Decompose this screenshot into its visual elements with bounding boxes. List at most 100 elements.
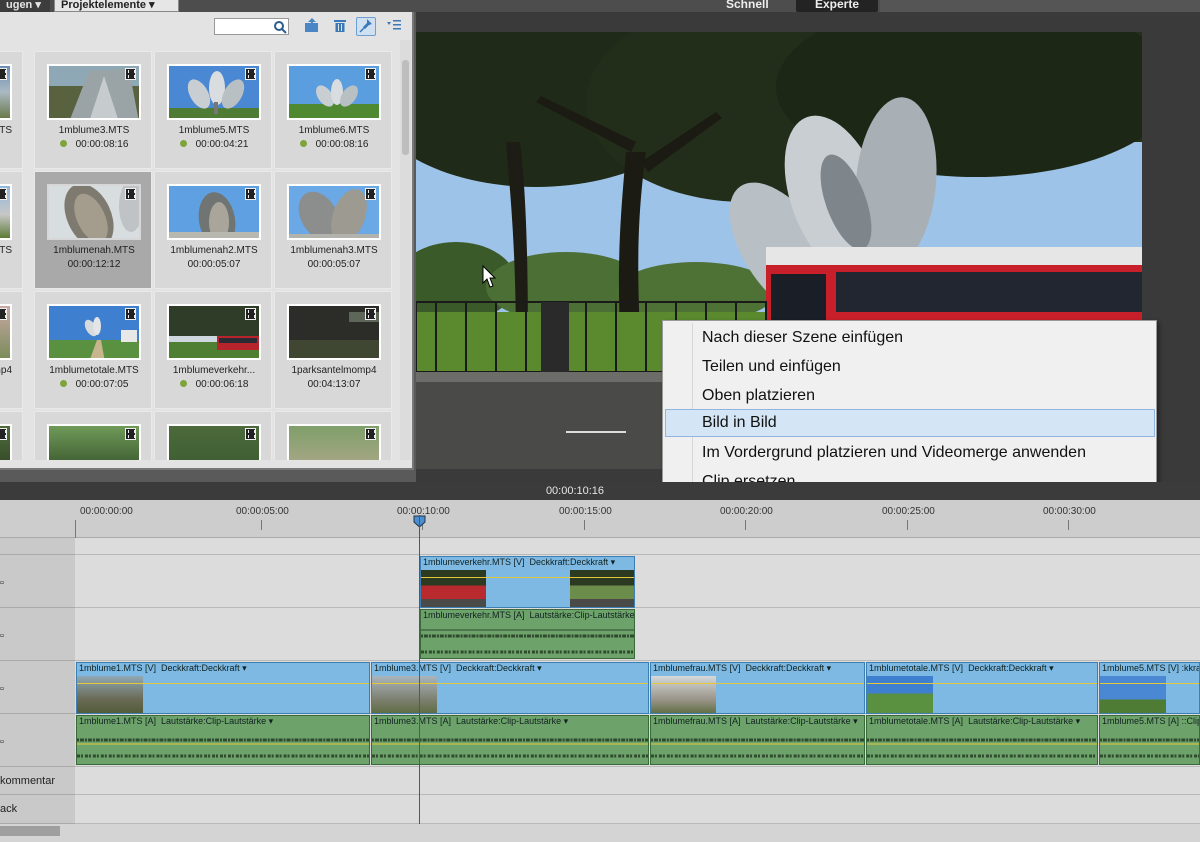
tab-project-assets[interactable]: Projektelemente ▾ bbox=[54, 0, 179, 12]
playhead[interactable] bbox=[419, 515, 420, 827]
clip-preview bbox=[0, 64, 12, 120]
audio-clip[interactable]: 1mblumeverkehr.MTS [A] Lautstärke:Clip-L… bbox=[420, 609, 635, 659]
audio-clip[interactable]: 1mblume3.MTS [A] Lautstärke:Clip-Lautstä… bbox=[371, 715, 649, 765]
clip-frame bbox=[372, 676, 437, 713]
audio-clip[interactable]: 1mblume5.MTS [A] ::Clip bbox=[1099, 715, 1200, 765]
video-clip[interactable]: 1mblume1.MTS [V] Deckkraft:Deckkraft ▾ bbox=[76, 662, 370, 714]
time-ruler[interactable]: 00:00:00:00 00:00:05:00 00:00:10:00 00:0… bbox=[75, 500, 1200, 538]
opacity-line[interactable] bbox=[867, 683, 1097, 684]
track-header-video-1[interactable]: ▫ bbox=[0, 661, 75, 714]
mode-expert-button[interactable]: Experte bbox=[796, 0, 878, 12]
clip-name: 1mblume3.MTS bbox=[58, 125, 130, 136]
audio-waveform bbox=[421, 629, 634, 654]
track-lock-icon[interactable]: ▫ bbox=[0, 683, 4, 695]
opacity-line[interactable] bbox=[1100, 683, 1199, 684]
media-thumbnail[interactable] bbox=[0, 411, 23, 460]
lane-audio-2[interactable] bbox=[75, 608, 1200, 661]
clip-effect-dropdown[interactable]: Lautstärke:Clip-Lautstärke bbox=[161, 716, 266, 726]
pin-icon[interactable] bbox=[356, 17, 376, 36]
video-clip[interactable]: 1mblume5.MTS [V] :kkraf bbox=[1099, 662, 1200, 714]
clip-duration: 00:00:08:16 bbox=[35, 139, 153, 150]
media-thumbnail[interactable]: 1mblumenah3.MTS 00:00:05:07 bbox=[274, 171, 392, 289]
scrollbar-thumb[interactable] bbox=[0, 826, 60, 836]
clip-name: 1mblumefrau.MTS [A] bbox=[653, 716, 741, 726]
timeline-scrollbar[interactable] bbox=[0, 824, 1200, 842]
tab-media[interactable]: ugen ▾ bbox=[0, 0, 50, 12]
media-thumbnail[interactable] bbox=[154, 411, 272, 460]
opacity-line[interactable] bbox=[77, 683, 369, 684]
opacity-line[interactable] bbox=[372, 683, 648, 684]
clip-effect-dropdown[interactable]: Lautstärke:Clip-Lautstärke bbox=[530, 610, 634, 620]
mode-quick-button[interactable]: Schnell bbox=[726, 0, 786, 12]
media-thumbnail-selected[interactable]: 1mblumenah.MTS 00:00:12:12 bbox=[34, 171, 152, 289]
clip-name: 1mblumeverkehr... bbox=[172, 365, 256, 376]
clip-effect-dropdown[interactable]: Lautstärke:Clip-Lautstärke bbox=[968, 716, 1073, 726]
video-clip[interactable]: 1mblumetotale.MTS [V] Deckkraft:Deckkraf… bbox=[866, 662, 1098, 714]
clip-effect-dropdown[interactable]: Deckkraft:Deckkraft bbox=[530, 557, 609, 567]
media-thumbnail[interactable]: 1mblumeverkehr... 00:00:06:18 bbox=[154, 291, 272, 409]
clip-name: 1mblume5.MTS [A] bbox=[1102, 716, 1180, 726]
search-icon[interactable] bbox=[273, 18, 287, 35]
media-thumbnail[interactable]: 1mblume6.MTS 00:00:08:16 bbox=[274, 51, 392, 169]
clip-name: 1mblumenah3.MTS bbox=[290, 245, 378, 256]
clip-effect-dropdown[interactable]: Deckkraft:Deckkraft bbox=[746, 663, 825, 673]
opacity-line[interactable] bbox=[651, 683, 864, 684]
clip-effect-dropdown[interactable]: Lautstärke:Clip-Lautstärke bbox=[746, 716, 851, 726]
track-header-soundtrack[interactable]: ack bbox=[0, 795, 75, 824]
clip-effect-dropdown[interactable]: Deckkraft:Deckkraft bbox=[161, 663, 240, 673]
media-thumbnail[interactable]: 1mblumetotale.MTS 00:00:07:05 bbox=[34, 291, 152, 409]
media-thumbnail[interactable]: MTS bbox=[0, 171, 23, 289]
context-menu: Nach dieser Szene einfügen Teilen und ei… bbox=[662, 320, 1157, 496]
panel-scrollbar[interactable] bbox=[400, 40, 411, 460]
video-clip[interactable]: 1mblumeverkehr.MTS [V] Deckkraft:Deckkra… bbox=[420, 556, 635, 608]
menu-item-picture-in-picture[interactable]: Bild in Bild bbox=[665, 409, 1155, 437]
media-thumbnail[interactable]: omp4 bbox=[0, 291, 23, 409]
media-thumbnail[interactable]: 1mblume3.MTS 00:00:08:16 bbox=[34, 51, 152, 169]
media-thumbnail[interactable] bbox=[34, 411, 152, 460]
clip-label: 1mblumetotale.MTS [A] Lautstärke:Clip-La… bbox=[869, 716, 1081, 726]
clip-frame bbox=[570, 570, 634, 607]
track-header-video-2[interactable]: ▫ bbox=[0, 555, 75, 608]
tab-project-label: Projektelemente bbox=[61, 0, 146, 11]
video-clip[interactable]: 1mblumefrau.MTS [V] Deckkraft:Deckkraft … bbox=[650, 662, 865, 714]
film-icon bbox=[245, 188, 256, 200]
clip-name: MTS bbox=[0, 245, 12, 256]
clip-effect-dropdown[interactable]: Deckkraft:Deckkraft bbox=[456, 663, 535, 673]
trash-icon[interactable] bbox=[330, 17, 350, 36]
menu-item-split-insert[interactable]: Teilen und einfügen bbox=[665, 353, 1155, 381]
ruler-label: 00:00:15:00 bbox=[559, 506, 612, 517]
media-thumbnail[interactable]: MTS bbox=[0, 51, 23, 169]
opacity-line[interactable] bbox=[421, 577, 634, 578]
ruler-label: 00:00:25:00 bbox=[882, 506, 935, 517]
track-lock-icon[interactable]: ▫ bbox=[0, 630, 4, 642]
media-thumbnail[interactable]: 1parksantelmomp4 00:04:13:07 bbox=[274, 291, 392, 409]
media-thumbnail[interactable]: 1mblumenah2.MTS 00:00:05:07 bbox=[154, 171, 272, 289]
track-header-empty bbox=[0, 538, 75, 555]
clip-name: omp4 bbox=[0, 365, 12, 376]
new-folder-icon[interactable] bbox=[302, 17, 322, 36]
audio-clip[interactable]: 1mblumetotale.MTS [A] Lautstärke:Clip-La… bbox=[866, 715, 1098, 765]
menu-item-insert-after-scene[interactable]: Nach dieser Szene einfügen bbox=[665, 324, 1155, 352]
track-header-audio-1[interactable]: ▫ bbox=[0, 714, 75, 767]
track-header-audio-2[interactable]: ▫ bbox=[0, 608, 75, 661]
video-clip[interactable]: 1mblume3.MTS [V] Deckkraft:Deckkraft ▾ bbox=[371, 662, 649, 714]
clip-effect-dropdown[interactable]: Deckkraft:Deckkraft bbox=[968, 663, 1047, 673]
lane-video-2[interactable] bbox=[75, 555, 1200, 608]
lane-narration[interactable] bbox=[75, 767, 1200, 795]
track-lock-icon[interactable]: ▫ bbox=[0, 736, 4, 748]
audio-clip[interactable]: 1mblumefrau.MTS [A] Lautstärke:Clip-Laut… bbox=[650, 715, 865, 765]
view-options-icon[interactable] bbox=[384, 17, 404, 36]
lane-soundtrack[interactable] bbox=[75, 795, 1200, 824]
clip-effect-dropdown[interactable]: :kkraf bbox=[1182, 663, 1199, 673]
media-thumbnail[interactable] bbox=[274, 411, 392, 460]
clip-effect-dropdown[interactable]: ::Clip bbox=[1182, 716, 1199, 726]
film-icon bbox=[125, 68, 136, 80]
track-header-narration[interactable]: kommentar bbox=[0, 767, 75, 795]
media-thumbnail[interactable]: 1mblume5.MTS 00:00:04:21 bbox=[154, 51, 272, 169]
menu-item-place-above[interactable]: Oben platzieren bbox=[665, 382, 1155, 410]
scrollbar-thumb[interactable] bbox=[402, 60, 409, 155]
track-lock-icon[interactable]: ▫ bbox=[0, 577, 4, 589]
audio-clip[interactable]: 1mblume1.MTS [A] Lautstärke:Clip-Lautstä… bbox=[76, 715, 370, 765]
clip-effect-dropdown[interactable]: Lautstärke:Clip-Lautstärke bbox=[456, 716, 561, 726]
menu-item-videomerge[interactable]: Im Vordergrund platzieren und Videomerge… bbox=[665, 439, 1155, 467]
